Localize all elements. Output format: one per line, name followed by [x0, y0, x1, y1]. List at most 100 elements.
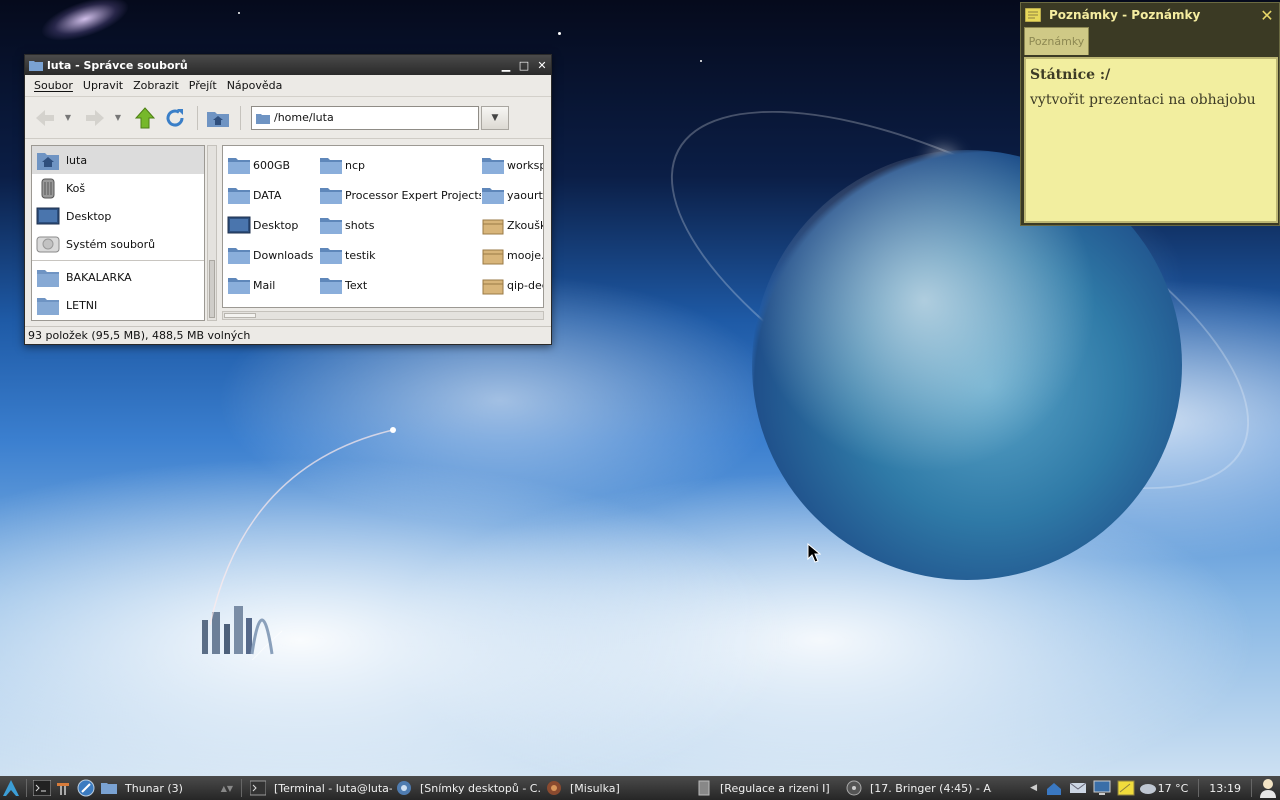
folder-icon: [482, 158, 504, 174]
file-item[interactable]: Zkoušk: [481, 210, 543, 240]
file-view-scrollbar[interactable]: [222, 311, 544, 320]
file-item-label: worksp: [507, 158, 544, 172]
notes-window[interactable]: Poznámky - Poznámky ✕ Poznámky Státnice …: [1020, 2, 1280, 226]
close-button[interactable]: ✕: [533, 59, 551, 72]
task-thunar[interactable]: Thunar (3) ▲▼: [97, 777, 237, 799]
home-button[interactable]: [204, 104, 232, 132]
task-regulace[interactable]: [Regulace a rizeni I]: [692, 777, 842, 799]
folder-icon: [320, 218, 342, 234]
back-button[interactable]: [31, 104, 59, 132]
task-music[interactable]: [17. Bringer (4:45) - A...: [842, 777, 992, 799]
scrollbar-thumb[interactable]: [224, 313, 256, 318]
maximize-button[interactable]: □: [515, 59, 533, 72]
file-item-label: yaourt: [507, 188, 543, 202]
location-bar[interactable]: /home/luta: [251, 105, 479, 130]
file-item[interactable]: Text: [319, 270, 481, 300]
note-icon: [1025, 8, 1041, 22]
sidebar-item-filesystem[interactable]: Systém souborů: [32, 230, 204, 258]
reload-icon: [166, 108, 184, 127]
browser-icon: [397, 781, 411, 795]
wallpaper-galaxy: [36, 0, 134, 50]
location-path: /home/luta: [274, 111, 334, 124]
sidebar-item-label: LETNI: [66, 298, 98, 312]
file-item[interactable]: Desktop: [227, 210, 319, 240]
sidebar-item-label: luta: [66, 153, 88, 167]
browser-icon: [77, 779, 95, 797]
taskbar-separator: [1251, 779, 1252, 797]
task-label: [Snímky desktopů - C...: [420, 781, 542, 795]
tray-network[interactable]: [1042, 777, 1066, 799]
file-item[interactable]: worksp: [481, 150, 544, 180]
window-titlebar[interactable]: luta - Správce souborů ▁ □ ✕: [25, 55, 551, 75]
clock[interactable]: 13:19: [1209, 782, 1241, 795]
file-item[interactable]: 600GB: [227, 150, 319, 180]
menu-edit[interactable]: Upravit: [78, 79, 128, 92]
minimize-button[interactable]: ▁: [497, 59, 515, 72]
task-screenshots[interactable]: [Snímky desktopů - C...: [392, 777, 542, 799]
file-item[interactable]: qip-dec: [481, 270, 543, 300]
menu-file[interactable]: Soubor: [29, 79, 78, 92]
file-item-label: Desktop: [253, 218, 299, 232]
menu-help[interactable]: Nápověda: [222, 79, 288, 92]
tray-weather[interactable]: [1138, 777, 1158, 799]
app-menu-button[interactable]: [0, 777, 22, 799]
task-label: [Terminal - luta@luta-...: [274, 781, 392, 795]
trash-icon: [41, 178, 55, 199]
note-line: vytvořit prezentaci na obhajobu: [1030, 92, 1256, 108]
menu-view[interactable]: Zobrazit: [128, 79, 184, 92]
reload-button[interactable]: [161, 104, 189, 132]
folder-icon: [228, 278, 250, 294]
file-item-label: ncp: [345, 158, 366, 172]
tray-expand-arrow[interactable]: ◀: [1026, 777, 1042, 799]
file-item[interactable]: testik: [319, 240, 481, 270]
forward-history-dropdown[interactable]: ▼: [111, 104, 125, 132]
note-text-area[interactable]: Státnice :/ vytvořit prezentaci na obhaj…: [1024, 57, 1278, 223]
document-icon: [698, 780, 710, 796]
task-label: [Regulace a rizeni I]: [720, 781, 830, 795]
file-item-label: Downloads: [253, 248, 314, 262]
wallpaper-star: [700, 60, 702, 62]
file-item[interactable]: ncp: [319, 150, 481, 180]
home-folder-icon: [256, 113, 270, 124]
sidebar-item-letni[interactable]: LETNI: [32, 291, 204, 319]
desktop-icon: [36, 207, 60, 225]
sidebar-item-desktop[interactable]: Desktop: [32, 202, 204, 230]
file-item[interactable]: Processor Expert Projects: [319, 180, 481, 210]
file-item[interactable]: yaourt: [481, 180, 543, 210]
location-dropdown-button[interactable]: ▼: [481, 105, 509, 130]
file-view[interactable]: 600GB ncp worksp DATA Processor Expert Proje…: [222, 145, 544, 308]
file-item[interactable]: Downloads: [227, 240, 319, 270]
file-item-label: Processor Expert Projects: [345, 188, 481, 202]
file-item[interactable]: mooje.t: [481, 240, 543, 270]
task-misulka[interactable]: [Misulka]: [542, 777, 692, 799]
arch-logo-icon: [3, 780, 19, 796]
tray-display[interactable]: [1090, 777, 1114, 799]
back-history-dropdown[interactable]: ▼: [61, 104, 75, 132]
menu-go[interactable]: Přejít: [184, 79, 222, 92]
up-button[interactable]: [131, 104, 159, 132]
tray-notes[interactable]: [1114, 777, 1138, 799]
scrollbar-thumb[interactable]: [209, 260, 215, 318]
file-manager-window[interactable]: luta - Správce souborů ▁ □ ✕ Soubor Upra…: [24, 54, 552, 345]
task-terminal[interactable]: [Terminal - luta@luta-...: [246, 777, 392, 799]
launcher-terminal[interactable]: [31, 777, 53, 799]
sidebar-scrollbar[interactable]: [207, 145, 217, 321]
user-menu-button[interactable]: [1256, 777, 1280, 799]
tray-mail[interactable]: [1066, 777, 1090, 799]
file-item[interactable]: DATA: [227, 180, 319, 210]
tab-notes[interactable]: Poznámky: [1024, 27, 1089, 55]
launcher-browser[interactable]: [75, 777, 97, 799]
taskbar-separator: [26, 779, 27, 797]
weather-temperature[interactable]: 17 °C: [1158, 782, 1189, 795]
forward-button[interactable]: [81, 104, 109, 132]
file-item[interactable]: shots: [319, 210, 481, 240]
notes-titlebar[interactable]: Poznámky - Poznámky ✕: [1021, 3, 1279, 27]
launcher-tools[interactable]: [53, 777, 75, 799]
close-icon[interactable]: ✕: [1255, 6, 1279, 25]
sidebar-item-trash[interactable]: Koš: [32, 174, 204, 202]
file-item[interactable]: Mail: [227, 270, 319, 300]
sidebar-item-bakalarka[interactable]: BAKALARKA: [32, 263, 204, 291]
drive-icon: [36, 236, 60, 253]
sidebar-item-luta[interactable]: luta: [32, 146, 204, 174]
folder-icon: [228, 158, 250, 174]
